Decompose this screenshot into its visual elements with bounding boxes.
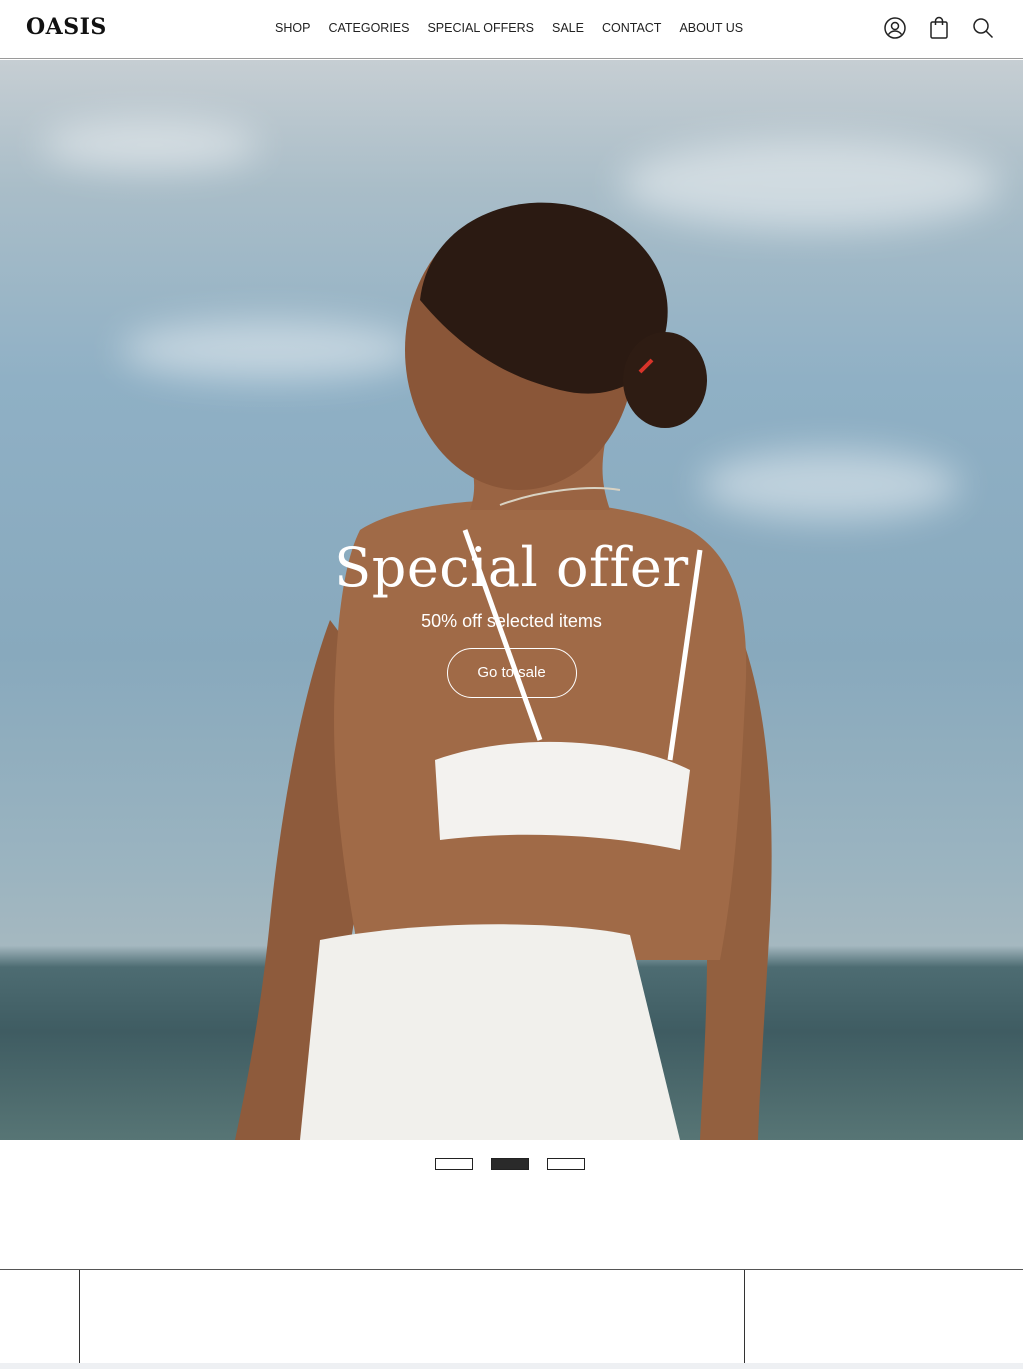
go-to-sale-button[interactable]: Go to sale [446,648,577,698]
nav-sale[interactable]: SALE [552,21,584,35]
hero-title: Special offer [334,536,689,599]
hero-content: Special offer 50% off selected items Go … [0,536,1023,698]
site-header: OASIS SHOP CATEGORIES SPECIAL OFFERS SAL… [0,0,1023,59]
carousel-indicator-3[interactable] [547,1158,585,1170]
content-section-frame [0,1269,1023,1365]
nav-categories[interactable]: CATEGORIES [328,21,409,35]
section-divider [79,1270,80,1365]
section-divider [744,1270,745,1365]
carousel-indicator-2[interactable] [491,1158,529,1170]
nav-special-offers[interactable]: SPECIAL OFFERS [427,21,534,35]
hero-banner: Special offer 50% off selected items Go … [0,60,1023,1140]
carousel-indicators [435,1158,585,1170]
footer-strip [0,1363,1023,1369]
header-icons [883,14,995,42]
hero-subtitle: 50% off selected items [421,611,602,631]
nav-contact[interactable]: CONTACT [602,21,662,35]
main-nav: SHOP CATEGORIES SPECIAL OFFERS SALE CONT… [275,21,743,35]
search-icon[interactable] [971,14,995,42]
logo[interactable]: OASIS [26,14,107,40]
nav-about-us[interactable]: ABOUT US [679,21,743,35]
user-icon[interactable] [883,14,907,42]
nav-shop[interactable]: SHOP [275,21,310,35]
carousel-indicator-1[interactable] [435,1158,473,1170]
shopping-bag-icon[interactable] [927,14,951,42]
